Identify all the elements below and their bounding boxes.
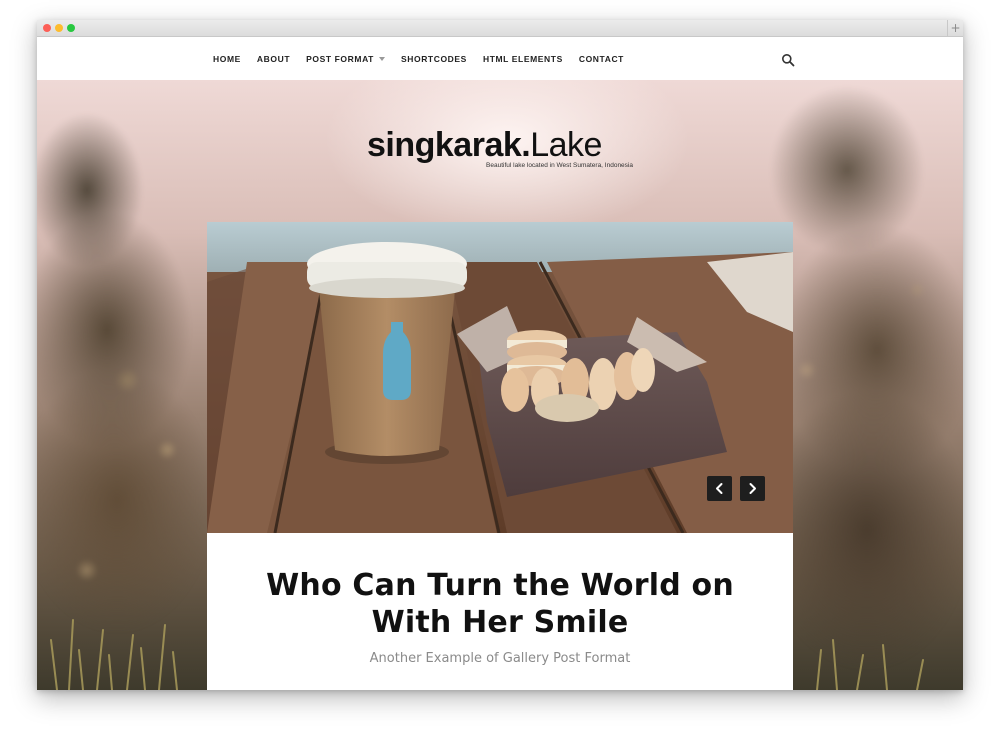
nav-item-post-format-label: POST FORMAT: [306, 53, 374, 64]
new-tab-button[interactable]: +: [947, 20, 963, 36]
search-icon: [782, 54, 795, 67]
nav-item-shortcodes[interactable]: SHORTCODES: [401, 54, 467, 64]
hero-background: singkarak.Lake Beautiful lake located in…: [37, 80, 963, 690]
minimize-window-button[interactable]: [55, 24, 63, 32]
close-window-button[interactable]: [43, 24, 51, 32]
nav-menu: HOME ABOUT POST FORMAT SHORTCODES HTML E…: [213, 37, 640, 80]
browser-titlebar: +: [37, 20, 963, 37]
browser-window: + HOME ABOUT POST FORMAT SHORTCODES HTML…: [37, 20, 963, 690]
gallery-image-coffee-macarons: [207, 222, 793, 533]
nav-item-post-format[interactable]: POST FORMAT: [306, 54, 385, 64]
background-tree-left: [37, 80, 227, 690]
site-title-bold: singkarak.: [367, 126, 531, 164]
search-button[interactable]: [781, 52, 795, 67]
nav-item-html-elements[interactable]: HTML ELEMENTS: [483, 54, 563, 64]
gallery-next-button[interactable]: [740, 476, 765, 501]
maximize-window-button[interactable]: [67, 24, 75, 32]
nav-item-about[interactable]: ABOUT: [257, 54, 290, 64]
chevron-left-icon: [716, 483, 723, 494]
post-subtitle: Another Example of Gallery Post Format: [369, 651, 631, 666]
chevron-down-icon: [378, 56, 385, 61]
featured-post-card: Who Can Turn the World on With Her Smile…: [207, 222, 793, 690]
nav-item-home[interactable]: HOME: [213, 54, 241, 64]
site-title: singkarak.Lake: [367, 126, 637, 164]
site-title-light: Lake: [530, 126, 602, 164]
gallery-prev-button[interactable]: [707, 476, 732, 501]
post-title[interactable]: Who Can Turn the World on With Her Smile: [227, 567, 773, 641]
chevron-right-icon: [749, 483, 756, 494]
main-navbar: HOME ABOUT POST FORMAT SHORTCODES HTML E…: [37, 37, 963, 81]
nav-item-contact[interactable]: CONTACT: [579, 54, 624, 64]
post-gallery-slider[interactable]: [207, 222, 793, 533]
site-logo[interactable]: singkarak.Lake Beautiful lake located in…: [367, 126, 637, 169]
